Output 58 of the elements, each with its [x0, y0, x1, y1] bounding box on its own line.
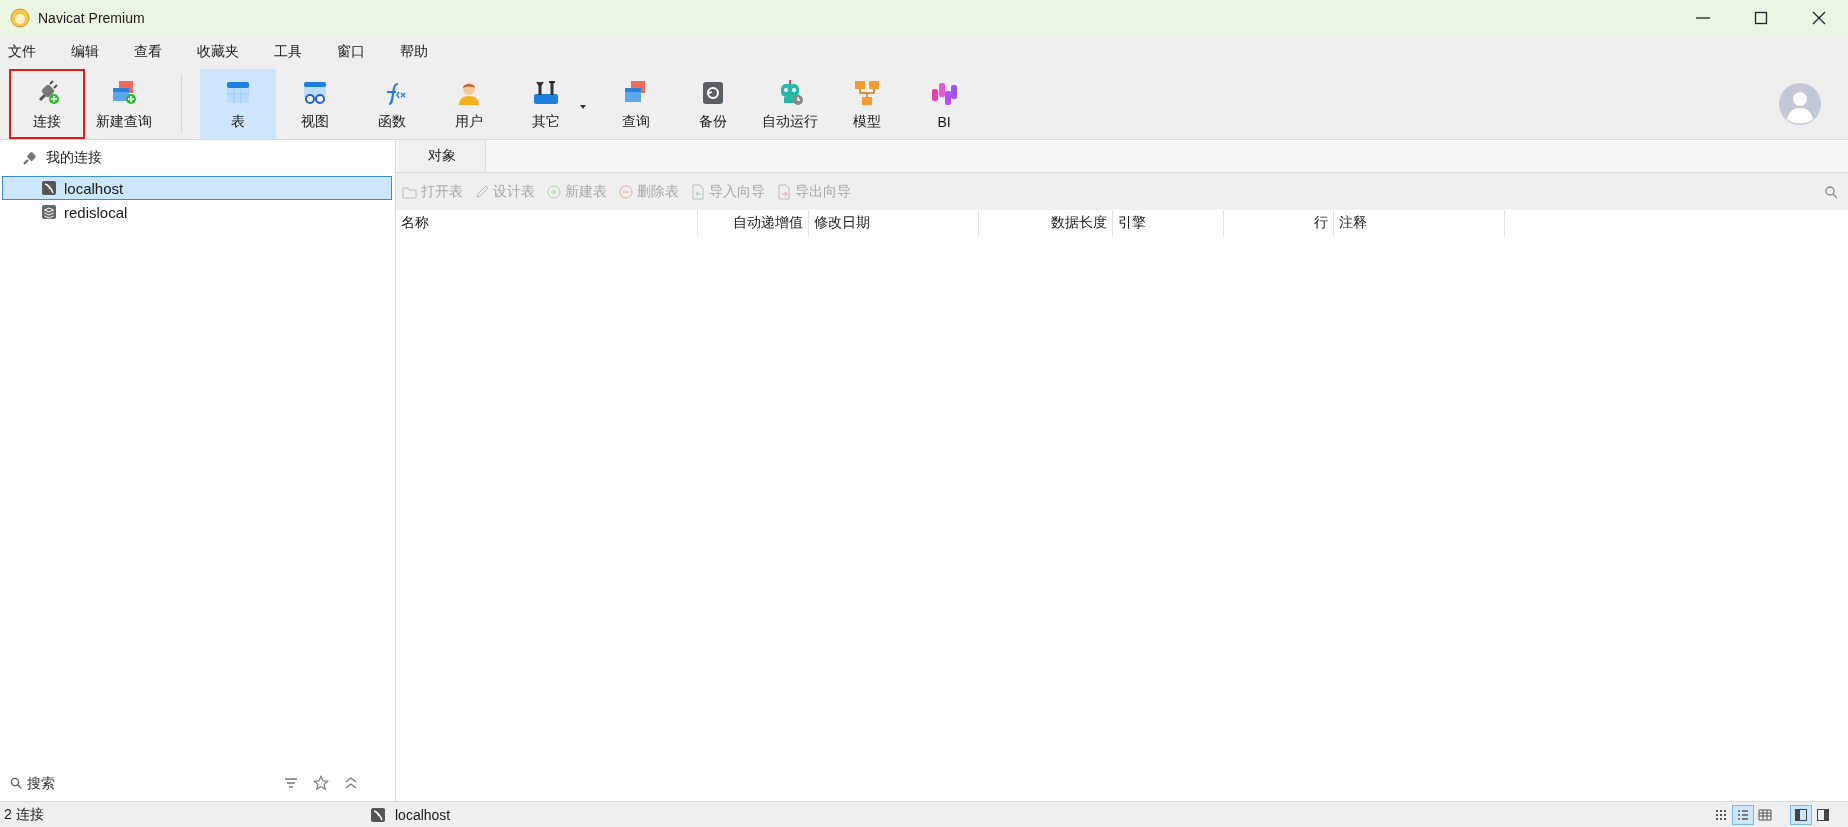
menu-item[interactable]: 查看 — [134, 43, 174, 61]
toolbar-button[interactable]: 其它 — [508, 69, 584, 139]
right-pane-icon — [1816, 807, 1830, 822]
collapse-icon[interactable] — [343, 775, 359, 791]
menu-item[interactable]: 帮助 — [400, 43, 440, 61]
search-field[interactable]: 搜索 — [25, 774, 280, 792]
toolbar-button[interactable]: 备份 — [675, 69, 751, 139]
export-icon — [776, 183, 792, 200]
toolbar-button[interactable]: 表 — [200, 69, 276, 139]
connection-count: 2 连接 — [3, 805, 45, 824]
toolbar-button[interactable]: 连接 — [9, 69, 85, 139]
close-icon — [1810, 10, 1828, 26]
toolbar-button[interactable]: 查询 — [598, 69, 674, 139]
plug-icon — [22, 150, 38, 166]
column-header[interactable]: 引擎 — [1113, 210, 1224, 236]
caret-icon[interactable] — [580, 105, 586, 109]
search-icon[interactable] — [1824, 184, 1838, 199]
app-logo-icon — [10, 8, 30, 28]
menu-item[interactable]: 收藏夹 — [197, 43, 251, 61]
menu-item[interactable]: 编辑 — [71, 43, 111, 61]
column-header[interactable]: 名称 — [396, 210, 698, 236]
menu-item[interactable]: 文件 — [8, 43, 48, 61]
left-pane-icon — [1794, 807, 1808, 822]
column-header[interactable]: 修改日期 — [809, 210, 979, 236]
toolbar-button[interactable]: 视图 — [277, 69, 353, 139]
window-title: Navicat Premium — [38, 10, 145, 26]
menu-item[interactable]: 窗口 — [337, 43, 377, 61]
star-icon[interactable] — [313, 775, 329, 791]
connection-item[interactable]: localhost — [2, 176, 392, 200]
column-header[interactable]: 数据长度 — [979, 210, 1113, 236]
toolbar-button[interactable]: BI — [906, 69, 982, 139]
toolbar-button[interactable]: 自动运行 — [752, 69, 828, 139]
connection-item[interactable]: redislocal — [2, 200, 392, 224]
pencil-icon — [474, 183, 490, 200]
toolbar-button[interactable]: 函数 — [354, 69, 430, 139]
minus-icon — [618, 183, 634, 200]
column-header[interactable]: 注释 — [1334, 210, 1505, 236]
toolbar-button[interactable]: 用户 — [431, 69, 507, 139]
current-connection: localhost — [395, 806, 451, 823]
menu-item[interactable]: 工具 — [274, 43, 314, 61]
tab[interactable]: 对象 — [399, 140, 486, 172]
minimize-icon — [1696, 17, 1710, 19]
plus-icon — [546, 183, 562, 200]
maximize-icon — [1752, 10, 1770, 26]
grid-view-icon — [1758, 807, 1772, 822]
column-header[interactable]: 行 — [1224, 210, 1334, 236]
list-view-icon — [1736, 807, 1750, 822]
filter-icon[interactable] — [283, 775, 299, 791]
toolbar-button[interactable]: 新建查询 — [86, 69, 162, 139]
pane-toggle[interactable] — [1790, 804, 1812, 825]
tree-group-label[interactable]: 我的连接 — [46, 149, 102, 167]
toolbar-button[interactable]: 模型 — [829, 69, 905, 139]
view-toggle[interactable] — [1732, 804, 1754, 825]
import-icon — [690, 183, 706, 200]
stack-icon — [41, 204, 57, 220]
icons-view-icon — [1714, 807, 1728, 822]
column-header[interactable]: 自动递增值 — [698, 210, 809, 236]
search-icon — [10, 777, 22, 789]
